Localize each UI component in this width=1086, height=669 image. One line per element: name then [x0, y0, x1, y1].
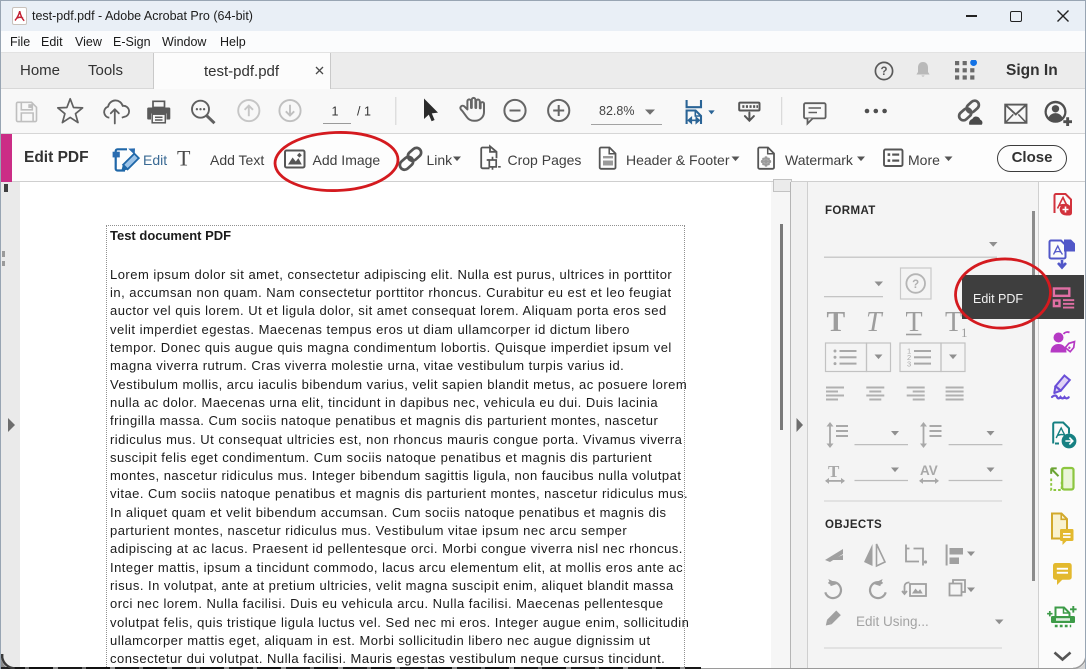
svg-text:Add Text: Add Text — [210, 152, 264, 168]
svg-text:Header & Footer: Header & Footer — [626, 152, 730, 168]
svg-text:T: T — [828, 462, 840, 481]
svg-text:T: T — [866, 307, 884, 338]
svg-text:T: T — [906, 307, 923, 338]
svg-text:?: ? — [880, 66, 887, 78]
svg-text:Link: Link — [427, 152, 454, 168]
svg-text:/ 1: / 1 — [357, 105, 371, 119]
svg-text:Edit: Edit — [143, 152, 167, 168]
svg-text:82.8%: 82.8% — [599, 104, 634, 118]
svg-text:T: T — [827, 307, 846, 338]
svg-text:3: 3 — [907, 360, 911, 369]
svg-text:1: 1 — [332, 105, 339, 119]
svg-text:AV: AV — [920, 463, 938, 478]
svg-text:More: More — [908, 152, 940, 168]
svg-text:Crop Pages: Crop Pages — [508, 152, 582, 168]
svg-text:Watermark: Watermark — [785, 152, 854, 168]
svg-text:T: T — [177, 146, 191, 171]
svg-text:?: ? — [912, 279, 919, 291]
